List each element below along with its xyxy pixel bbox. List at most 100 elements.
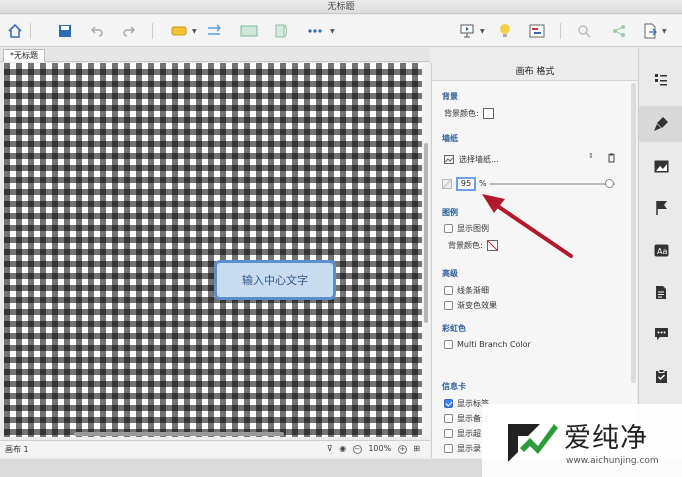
- gradient-checkbox[interactable]: [444, 301, 453, 310]
- mindmap-canvas[interactable]: [4, 63, 422, 437]
- opacity-input[interactable]: 95: [456, 177, 476, 191]
- presentation-button[interactable]: [458, 22, 476, 40]
- flag-icon: [655, 200, 667, 215]
- show-hyperlinks-label: 显示超: [457, 429, 481, 438]
- central-topic[interactable]: 输入中心文字: [214, 260, 336, 300]
- show-legend-checkbox[interactable]: [444, 224, 453, 233]
- share-icon: [613, 25, 625, 37]
- legend-color-swatch[interactable]: [486, 240, 498, 251]
- trash-icon[interactable]: [607, 153, 616, 163]
- search-button[interactable]: [575, 22, 593, 40]
- gantt-button[interactable]: [528, 22, 546, 40]
- scrollbar-thumb[interactable]: [424, 143, 428, 323]
- redo-icon: [123, 26, 136, 37]
- paintbrush-icon: [654, 117, 668, 131]
- zoom-level: 100%: [368, 444, 392, 453]
- line-taper-checkbox[interactable]: [444, 286, 453, 295]
- more-icon: [308, 29, 322, 33]
- gantt-icon: [529, 24, 545, 38]
- panel-title: 画布 格式: [432, 63, 637, 81]
- more-button[interactable]: [306, 22, 324, 40]
- show-notes-checkbox[interactable]: [444, 414, 453, 423]
- toolbar-divider: [152, 23, 153, 39]
- fit-icon[interactable]: ⊞: [413, 444, 420, 453]
- section-legend: 图例: [442, 208, 458, 217]
- show-legend-label: 显示图例: [457, 224, 489, 233]
- insert-topic-button[interactable]: [170, 22, 188, 40]
- notes-tab[interactable]: [639, 274, 682, 310]
- show-hyperlinks-row[interactable]: 显示超: [444, 428, 481, 439]
- comments-tab[interactable]: [639, 316, 682, 352]
- section-wallpaper: 墙纸: [442, 134, 458, 143]
- chevron-down-icon[interactable]: ▼: [662, 28, 667, 35]
- panel-scrollbar[interactable]: [631, 83, 636, 383]
- export-button[interactable]: [641, 22, 659, 40]
- share-button[interactable]: [610, 22, 628, 40]
- relationship-icon: [208, 24, 221, 35]
- relationship-button[interactable]: [205, 22, 223, 40]
- toolbar-divider: [30, 23, 31, 39]
- brand-logo-icon: [508, 424, 558, 462]
- search-icon: [578, 25, 591, 38]
- chevron-updown-icon: ⇕: [588, 152, 594, 160]
- show-audio-row[interactable]: 显示录: [444, 443, 481, 454]
- opacity-icon: [442, 179, 452, 189]
- status-bar: 画布 1 ⊽ ◉ − 100% + ⊞: [0, 440, 430, 458]
- line-taper-label: 线条渐细: [457, 286, 489, 295]
- save-button[interactable]: [56, 22, 74, 40]
- multi-branch-row[interactable]: Multi Branch Color: [444, 340, 531, 349]
- zoom-out-button[interactable]: −: [352, 445, 362, 454]
- format-tab[interactable]: [639, 106, 682, 142]
- scrollbar-thumb[interactable]: [74, 432, 284, 436]
- image-icon: [444, 154, 454, 164]
- format-panel: 画布 格式 背景 背景颜色: 墙纸 选择墙纸... ⇕ 95 % 图例 显示图例…: [431, 63, 637, 458]
- toolbar-divider: [560, 23, 561, 39]
- gradient-row[interactable]: 渐变色效果: [444, 300, 497, 311]
- filter-icon[interactable]: ⊽: [327, 444, 333, 453]
- sheet-tab[interactable]: 画布 1: [5, 444, 29, 455]
- style-tab[interactable]: Aa: [639, 232, 682, 268]
- svg-text:Aa: Aa: [657, 247, 667, 256]
- text-style-icon: Aa: [654, 244, 668, 256]
- opacity-slider-knob[interactable]: [604, 179, 614, 188]
- window-title: 无标题: [0, 0, 682, 14]
- show-hyperlinks-checkbox[interactable]: [444, 429, 453, 438]
- line-taper-row[interactable]: 线条渐细: [444, 285, 489, 296]
- summary-icon: [275, 24, 287, 38]
- task-tab[interactable]: [639, 358, 682, 394]
- legend-color-label: 背景颜色:: [448, 241, 483, 250]
- undo-button[interactable]: [88, 22, 106, 40]
- background-color-label: 背景颜色:: [444, 109, 479, 118]
- outline-icon: [655, 74, 667, 86]
- eye-icon[interactable]: ◉: [339, 444, 346, 453]
- marker-tab[interactable]: [639, 189, 682, 225]
- background-color-swatch[interactable]: [482, 108, 494, 119]
- right-sidebar: Aa: [638, 48, 682, 458]
- chevron-down-icon[interactable]: ▼: [330, 28, 335, 35]
- boundary-button[interactable]: [240, 22, 258, 40]
- chevron-down-icon[interactable]: ▼: [480, 28, 485, 35]
- boundary-icon: [240, 25, 258, 37]
- legend-color-row: 背景颜色:: [448, 240, 498, 251]
- home-button[interactable]: [6, 22, 24, 40]
- opacity-slider[interactable]: [490, 183, 615, 185]
- section-info-card: 信息卡: [442, 382, 466, 391]
- brainstorm-button[interactable]: [496, 22, 514, 40]
- document-tab[interactable]: *无标题: [3, 49, 45, 62]
- background-color-row: 背景颜色:: [444, 108, 494, 119]
- multi-branch-label: Multi Branch Color: [457, 340, 531, 349]
- topic-icon: [171, 26, 187, 36]
- image-tab[interactable]: [639, 148, 682, 184]
- summary-button[interactable]: [273, 22, 291, 40]
- multi-branch-checkbox[interactable]: [444, 340, 453, 349]
- show-legend-row[interactable]: 显示图例: [444, 223, 489, 234]
- chevron-down-icon[interactable]: ▼: [192, 28, 197, 35]
- canvas-vertical-scrollbar[interactable]: [422, 63, 430, 437]
- show-audio-checkbox[interactable]: [444, 444, 453, 453]
- canvas-horizontal-scrollbar[interactable]: [4, 430, 422, 438]
- show-audio-label: 显示录: [457, 444, 481, 453]
- show-labels-checkbox[interactable]: [444, 399, 453, 408]
- outline-tab[interactable]: [639, 62, 682, 98]
- redo-button[interactable]: [120, 22, 138, 40]
- zoom-in-button[interactable]: +: [397, 445, 407, 454]
